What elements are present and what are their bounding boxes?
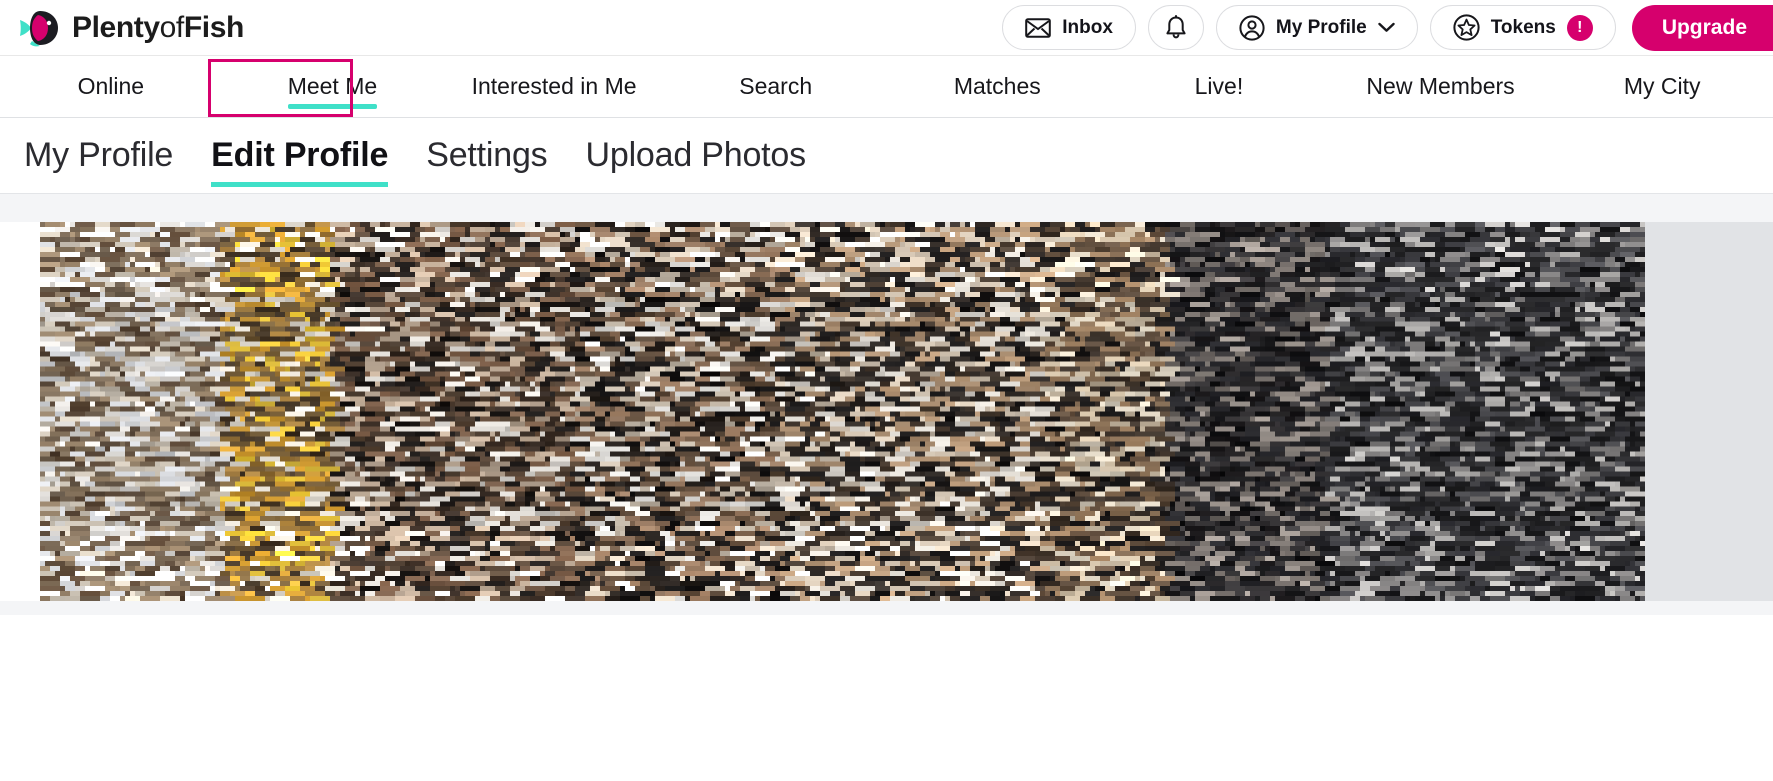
- star-circle-icon: [1453, 14, 1480, 41]
- top-header: PlentyofFish Inbox My Profile Tokens ! U…: [0, 0, 1773, 56]
- username-label: Username: [24, 613, 566, 615]
- nav-item-label: Live!: [1194, 73, 1244, 99]
- nav-item-matches[interactable]: Matches: [887, 56, 1109, 117]
- nav-item-my-city[interactable]: My City: [1551, 56, 1773, 117]
- brand-name: PlentyofFish: [72, 11, 244, 45]
- show-first-name-group: Show First Name on Profile YesNo: [1131, 601, 1691, 615]
- my-profile-label: My Profile: [1275, 16, 1367, 38]
- content-area: Username Upgrade now to change your user…: [0, 194, 1773, 615]
- brand-name-part3: Fish: [183, 10, 244, 44]
- nav-item-meet-me[interactable]: Meet Me: [222, 56, 444, 117]
- inbox-label: Inbox: [1062, 16, 1113, 38]
- fish-icon: [20, 10, 58, 46]
- inbox-button[interactable]: Inbox: [1002, 5, 1136, 50]
- nav-item-label: Meet Me: [287, 73, 378, 109]
- tokens-alert-badge: !: [1566, 14, 1593, 41]
- nav-item-label: Interested in Me: [471, 73, 637, 99]
- banner-right-gutter: [1645, 222, 1773, 601]
- brand-name-part2: of: [159, 10, 185, 44]
- notifications-button[interactable]: [1147, 5, 1204, 50]
- primary-navigation: Online Meet Me Interested in Me Search Match…: [0, 56, 1773, 118]
- edit-profile-form-row: Username Upgrade now to change your user…: [0, 601, 1773, 615]
- username-field-group: Username Upgrade now to change your user…: [24, 601, 566, 615]
- user-circle-icon: [1239, 14, 1265, 41]
- nav-item-label: Matches: [953, 73, 1041, 99]
- nav-item-label: My City: [1623, 73, 1701, 99]
- banner-image-canvas: [40, 222, 1645, 601]
- nav-item-label: Search: [739, 73, 813, 99]
- first-name-field-group: First Name: [566, 601, 1131, 615]
- brand-name-part1: Plenty: [72, 10, 160, 44]
- bell-icon: [1166, 15, 1186, 39]
- nav-item-live[interactable]: Live!: [1108, 56, 1330, 117]
- subtab-settings[interactable]: Settings: [426, 118, 547, 193]
- nav-item-search[interactable]: Search: [665, 56, 887, 117]
- my-profile-button[interactable]: My Profile: [1215, 5, 1418, 50]
- nav-item-interested-in-me[interactable]: Interested in Me: [443, 56, 665, 117]
- upgrade-button[interactable]: Upgrade: [1631, 4, 1773, 51]
- nav-item-new-members[interactable]: New Members: [1330, 56, 1552, 117]
- envelope-icon: [1025, 17, 1052, 38]
- subtab-edit-profile[interactable]: Edit Profile: [211, 118, 388, 193]
- subtab-my-profile[interactable]: My Profile: [24, 118, 173, 193]
- subtab-upload-photos[interactable]: Upload Photos: [586, 118, 807, 193]
- nav-item-online[interactable]: Online: [0, 56, 222, 117]
- tokens-button[interactable]: Tokens !: [1429, 5, 1616, 50]
- banner-left-gutter: [0, 222, 40, 601]
- profile-subtabs: My Profile Edit Profile Settings Upload Pho…: [0, 118, 1773, 194]
- header-actions: Inbox My Profile Tokens ! Upgrade: [1002, 0, 1773, 55]
- chevron-down-icon: [1378, 22, 1395, 32]
- primary-navigation-list: Online Meet Me Interested in Me Search Match…: [0, 56, 1773, 117]
- nav-item-label: New Members: [1366, 73, 1515, 99]
- brand-logo[interactable]: PlentyofFish: [18, 8, 244, 48]
- nav-item-label: Online: [77, 73, 145, 99]
- profile-banner-photo[interactable]: [40, 222, 1645, 601]
- tokens-label: Tokens: [1490, 16, 1556, 38]
